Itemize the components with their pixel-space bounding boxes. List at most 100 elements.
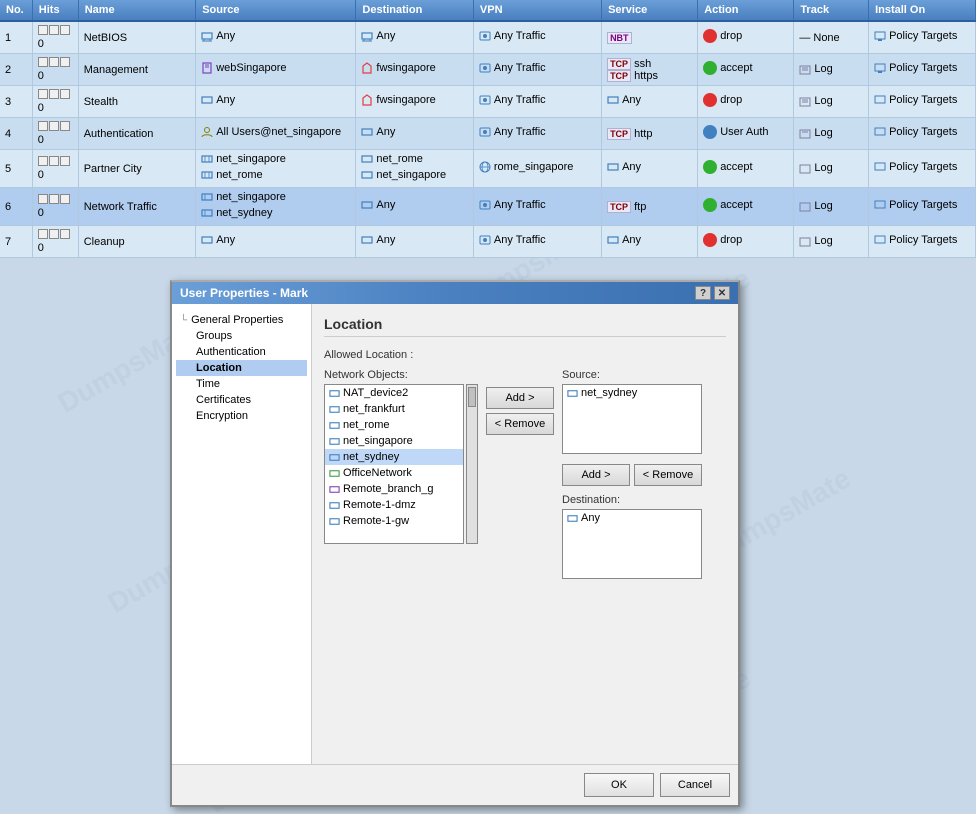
row-hits: 0 <box>32 118 78 150</box>
row-install-on: Policy Targets <box>869 188 976 226</box>
table-row[interactable]: 2 0 Management webSingapore fwsingapore … <box>0 54 976 86</box>
row-action: accept <box>698 188 794 226</box>
row-action: User Auth <box>698 118 794 150</box>
row-install-on: Policy Targets <box>869 86 976 118</box>
table-row[interactable]: 6 0 Network Traffic net_singapore net_sy… <box>0 188 976 226</box>
row-destination: fwsingapore <box>356 54 473 86</box>
row-source: net_singapore net_sydney <box>196 188 356 226</box>
row-source: Any <box>196 86 356 118</box>
table-row[interactable]: 4 0 Authentication All Users@net_singapo… <box>0 118 976 150</box>
dialog-content: Location Allowed Location : Network Obje… <box>312 304 738 764</box>
table-row[interactable]: 7 0 Cleanup Any Any Any Traffic <box>0 226 976 258</box>
row-vpn: Any Traffic <box>473 54 601 86</box>
row-hits: 0 <box>32 21 78 54</box>
add-remove-buttons: Add > < Remove <box>486 369 554 435</box>
sidebar-item-label: General Properties <box>191 314 283 326</box>
row-no: 2 <box>0 54 32 86</box>
row-track: Log <box>794 188 869 226</box>
destination-list[interactable]: Any <box>562 509 702 579</box>
sidebar-item-authentication[interactable]: Authentication <box>176 344 307 360</box>
list-item[interactable]: net_sydney <box>325 449 463 465</box>
source-remove-button[interactable]: < Remove <box>634 464 702 486</box>
row-hits: 0 <box>32 150 78 188</box>
network-objects-list[interactable]: NAT_device2 net_frankfurt net_rome <box>324 384 464 544</box>
sidebar-item-label: Encryption <box>196 410 248 422</box>
source-list[interactable]: net_sydney <box>562 384 702 454</box>
sidebar-item-encryption[interactable]: Encryption <box>176 408 307 424</box>
row-name: NetBIOS <box>78 21 195 54</box>
list-item[interactable]: Remote-1-dmz <box>325 497 463 513</box>
row-service: TCP http <box>602 118 698 150</box>
row-destination: Any <box>356 118 473 150</box>
list-item[interactable]: net_rome <box>325 417 463 433</box>
row-vpn: Any Traffic <box>473 86 601 118</box>
sidebar-item-certificates[interactable]: Certificates <box>176 392 307 408</box>
row-service: Any <box>602 150 698 188</box>
tree-expand-icon: └ <box>180 315 187 326</box>
list-item[interactable]: OfficeNetwork <box>325 465 463 481</box>
col-source: Source <box>196 0 356 21</box>
row-vpn: Any Traffic <box>473 226 601 258</box>
row-action: drop <box>698 86 794 118</box>
dialog-title-buttons: ? ✕ <box>695 286 730 300</box>
row-install-on: Policy Targets <box>869 226 976 258</box>
list-item[interactable]: Remote-1-gw <box>325 513 463 529</box>
row-source: All Users@net_singapore <box>196 118 356 150</box>
row-source: webSingapore <box>196 54 356 86</box>
list-item[interactable]: net_frankfurt <box>325 401 463 417</box>
row-source: Any <box>196 226 356 258</box>
row-name: Authentication <box>78 118 195 150</box>
row-action: accept <box>698 150 794 188</box>
col-no: No. <box>0 0 32 21</box>
sidebar-item-label: Groups <box>196 330 232 342</box>
sidebar-item-groups[interactable]: Groups <box>176 328 307 344</box>
row-no: 5 <box>0 150 32 188</box>
sidebar-item-label: Authentication <box>196 346 266 358</box>
table-row[interactable]: 3 0 Stealth Any fwsingapore Any Traffic <box>0 86 976 118</box>
col-name: Name <box>78 0 195 21</box>
row-vpn: rome_singapore <box>473 150 601 188</box>
col-destination: Destination <box>356 0 473 21</box>
row-track: — None <box>794 21 869 54</box>
table-row[interactable]: 1 0 NetBIOS Any Any Any Traffic <box>0 21 976 54</box>
row-action: drop <box>698 21 794 54</box>
row-service: Any <box>602 86 698 118</box>
allowed-location-label: Allowed Location : <box>324 349 726 361</box>
sidebar-item-location[interactable]: Location <box>176 360 307 376</box>
location-panels: Network Objects: NAT_device2 <box>324 369 726 579</box>
cancel-button[interactable]: Cancel <box>660 773 730 797</box>
list-item[interactable]: net_singapore <box>325 433 463 449</box>
add-button[interactable]: Add > <box>486 387 554 409</box>
col-install-on: Install On <box>869 0 976 21</box>
close-button[interactable]: ✕ <box>714 286 730 300</box>
row-name: Partner City <box>78 150 195 188</box>
row-service: Any <box>602 226 698 258</box>
row-source: net_singapore net_rome <box>196 150 356 188</box>
sidebar-item-general-properties[interactable]: └ General Properties <box>176 312 307 328</box>
section-title: Location <box>324 316 726 337</box>
source-add-button[interactable]: Add > <box>562 464 630 486</box>
help-button[interactable]: ? <box>695 286 711 300</box>
ok-button[interactable]: OK <box>584 773 654 797</box>
row-name: Network Traffic <box>78 188 195 226</box>
row-track: Log <box>794 226 869 258</box>
row-track: Log <box>794 86 869 118</box>
row-name: Stealth <box>78 86 195 118</box>
row-install-on: Policy Targets <box>869 150 976 188</box>
list-item[interactable]: net_sydney <box>563 385 701 401</box>
row-source: Any <box>196 21 356 54</box>
sidebar-item-time[interactable]: Time <box>176 376 307 392</box>
source-destination-panels: Source: net_sydney Add > <box>562 369 702 579</box>
row-no: 4 <box>0 118 32 150</box>
remove-button[interactable]: < Remove <box>486 413 554 435</box>
row-no: 3 <box>0 86 32 118</box>
col-hits: Hits <box>32 0 78 21</box>
list-item[interactable]: Any <box>563 510 701 526</box>
row-name: Management <box>78 54 195 86</box>
table-row[interactable]: 5 0 Partner City net_singapore net_rome <box>0 150 976 188</box>
allowed-location-row: Allowed Location : Network Objects: NAT_… <box>324 349 726 579</box>
row-action: drop <box>698 226 794 258</box>
firewall-policy-table: No. Hits Name Source Destination VPN Ser… <box>0 0 976 258</box>
list-item[interactable]: Remote_branch_g <box>325 481 463 497</box>
list-item[interactable]: NAT_device2 <box>325 385 463 401</box>
